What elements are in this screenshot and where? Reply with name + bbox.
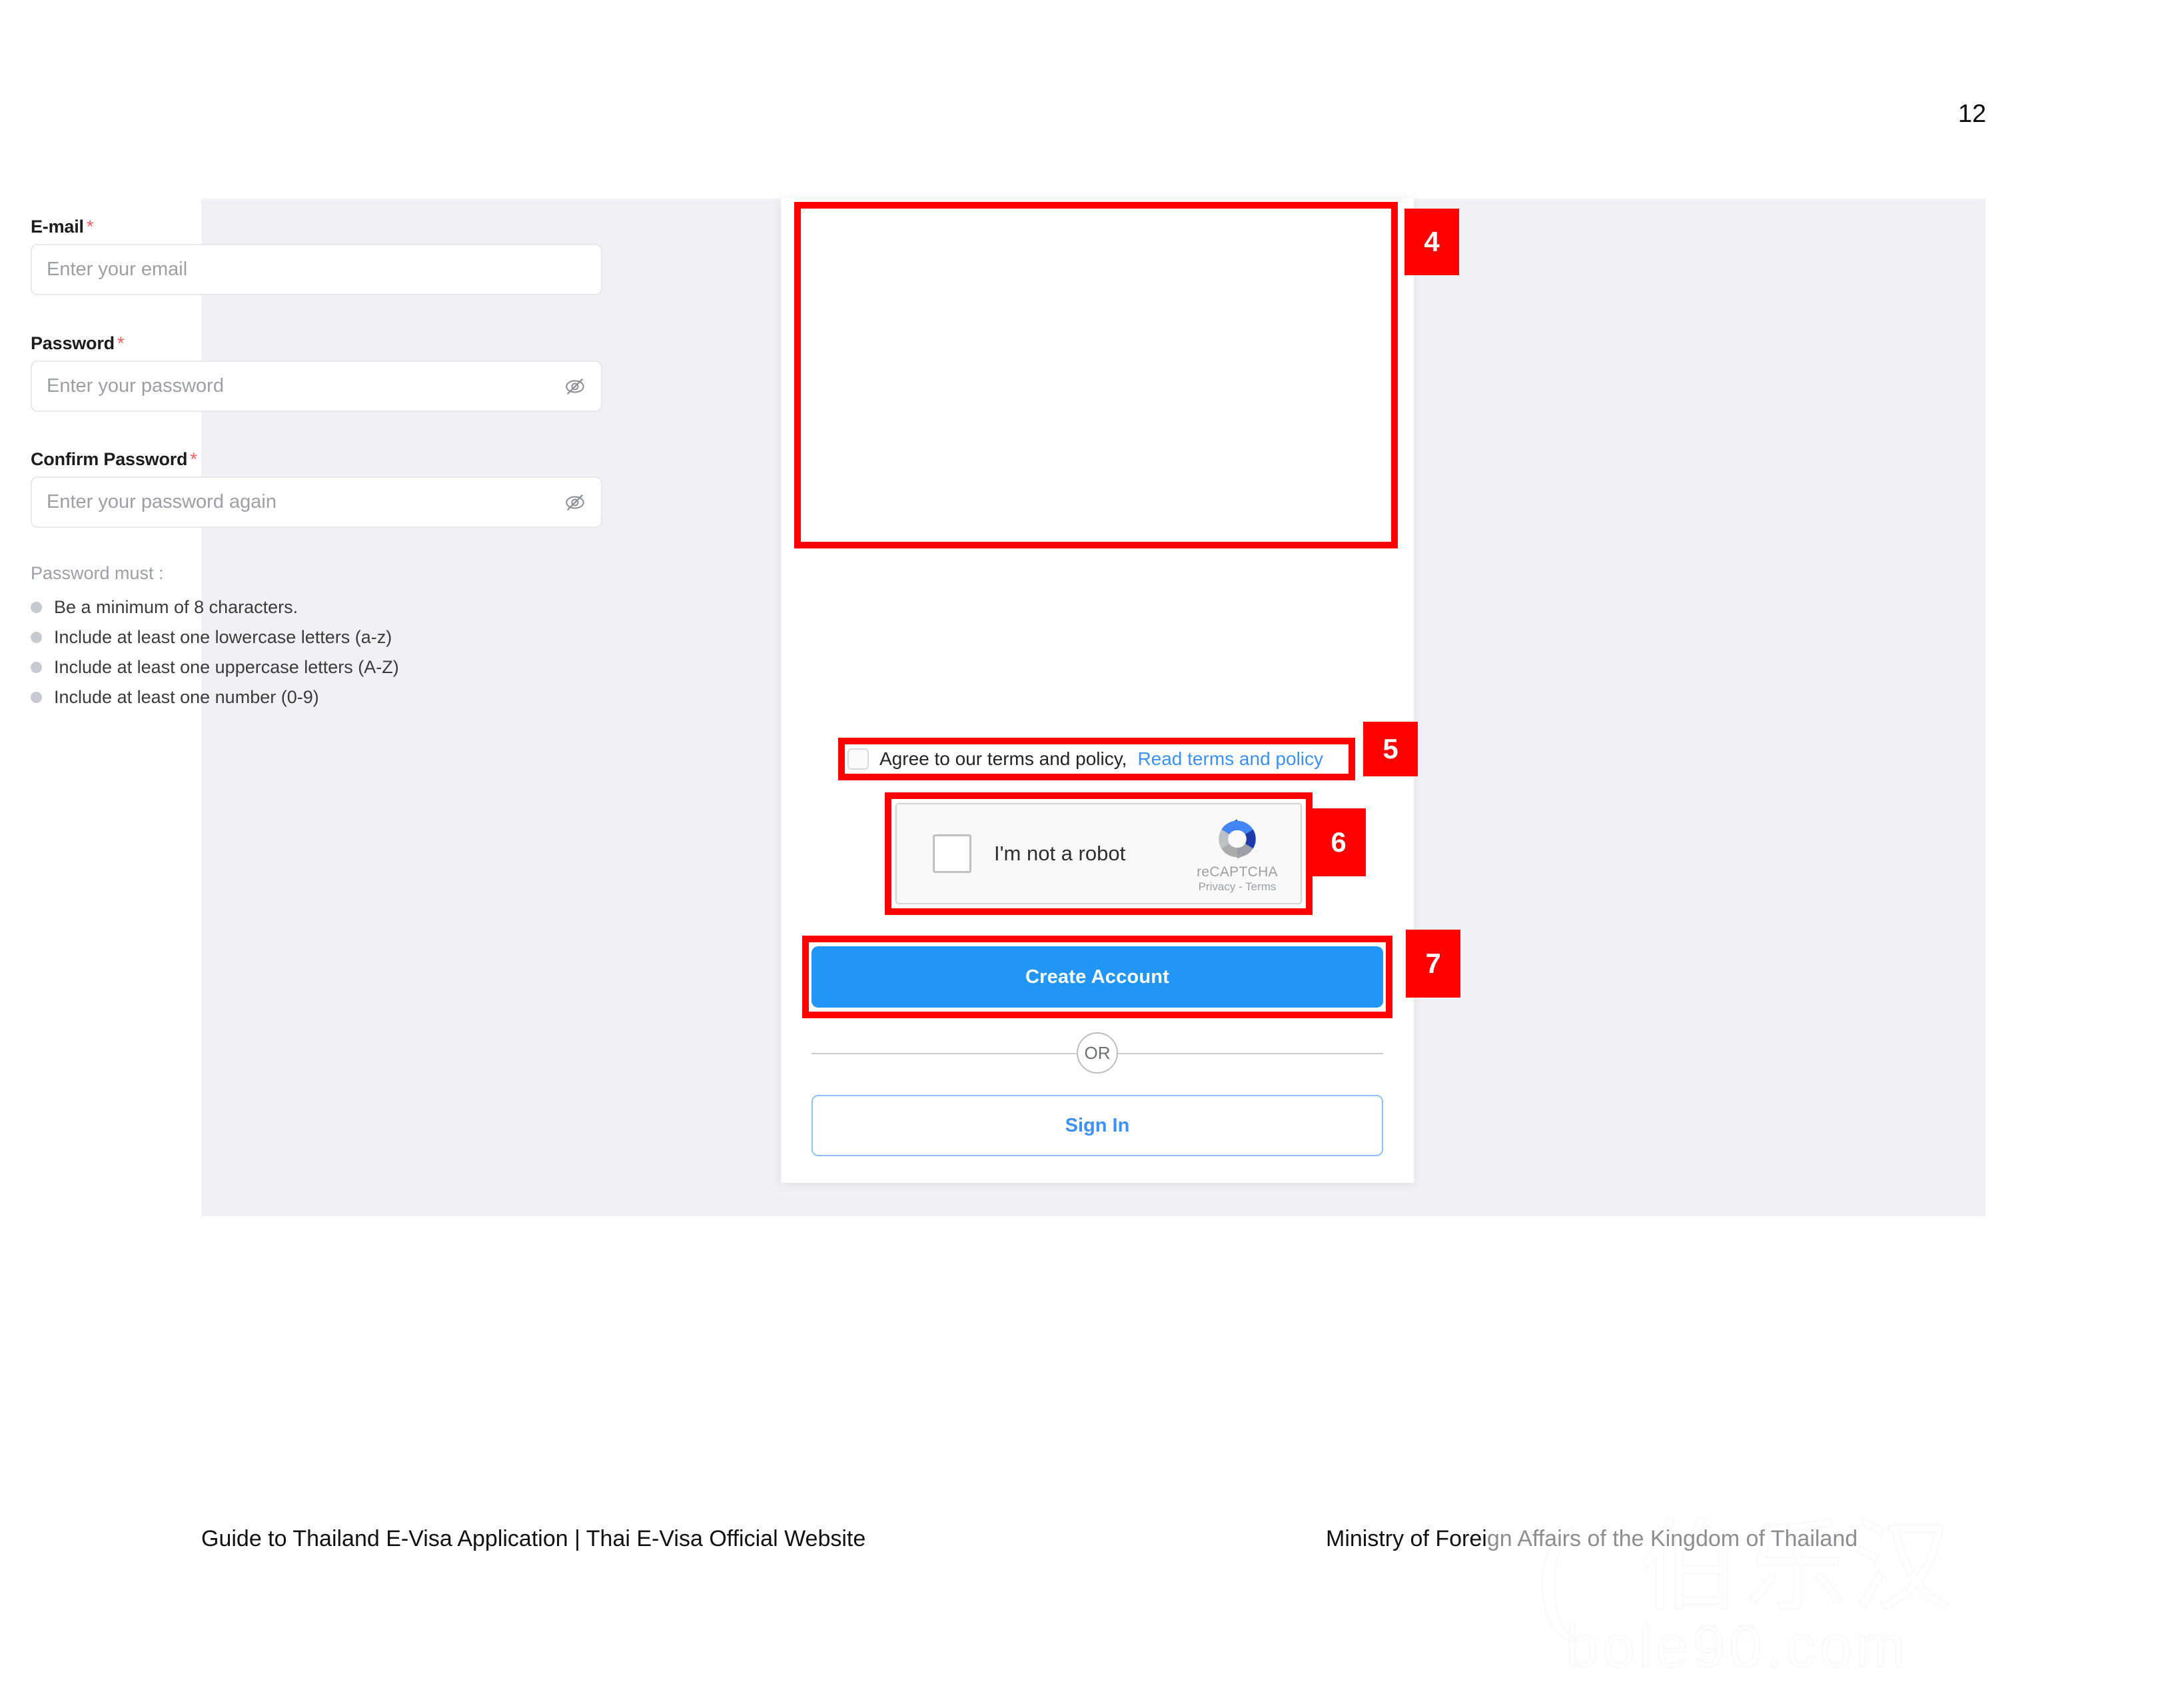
password-input[interactable]: Enter your password: [31, 361, 602, 412]
footer-left: Guide to Thailand E-Visa Application | T…: [201, 1526, 866, 1551]
email-input-placeholder: Enter your email: [47, 259, 188, 280]
password-rule-text: Be a minimum of 8 characters.: [54, 597, 298, 617]
step-marker-5: 5: [1363, 722, 1418, 776]
agree-terms-row[interactable]: Agree to our terms and policy, Read term…: [845, 744, 1328, 774]
password-required-star: *: [117, 333, 125, 353]
eye-slash-icon[interactable]: [564, 491, 586, 514]
step-marker-7: 7: [1406, 930, 1460, 998]
sign-in-button[interactable]: Sign In: [812, 1095, 1383, 1156]
password-label-text: Password: [31, 333, 115, 353]
bullet-icon: [31, 602, 42, 613]
email-label-text: E-mail: [31, 217, 84, 237]
or-divider: OR: [812, 1030, 1383, 1076]
bullet-icon: [31, 692, 42, 703]
recaptcha-label: I'm not a robot: [994, 842, 1126, 865]
bullet-icon: [31, 632, 42, 643]
footer-right-bold: Ministry of Forei: [1326, 1526, 1487, 1551]
email-field-label: E-mail *: [31, 217, 93, 237]
divider-label: OR: [1077, 1032, 1118, 1074]
recaptcha-checkbox[interactable]: [933, 834, 971, 873]
password-rule-text: Include at least one lowercase letters (…: [54, 627, 392, 647]
page-root: 12 E-mail * Enter your email Password * En…: [0, 0, 2184, 1688]
agree-terms-label: Agree to our terms and policy,: [879, 748, 1127, 769]
confirm-password-label-text: Confirm Password: [31, 449, 188, 469]
step-marker-6: 6: [1311, 808, 1366, 876]
password-requirements-title: Password must :: [31, 563, 164, 583]
footer-right: Ministry of Foreign Affairs of the Kingd…: [1326, 1526, 1858, 1552]
password-field-label: Password *: [31, 333, 124, 354]
recaptcha-branding: reCAPTCHA Privacy - Terms: [1181, 814, 1294, 894]
confirm-password-field-label: Confirm Password *: [31, 449, 197, 470]
watermark-domain-text: bole90.com: [1565, 1613, 1909, 1680]
password-rule-text: Include at least one uppercase letters (…: [54, 657, 399, 677]
eye-slash-icon[interactable]: [564, 375, 586, 398]
footer-right-faded: gn Affairs of the Kingdom of Thailand: [1486, 1526, 1858, 1551]
confirm-password-input-placeholder: Enter your password again: [47, 491, 276, 512]
watermark: ( 伯乐汉 bole90.com: [1532, 1479, 2145, 1680]
recaptcha-brand-name: reCAPTCHA: [1197, 864, 1278, 880]
password-requirements: Password must : Be a minimum of 8 charac…: [31, 563, 602, 712]
page-number: 12: [1957, 100, 1987, 128]
bullet-icon: [31, 662, 42, 673]
password-rule-item: Include at least one lowercase letters (…: [31, 622, 602, 652]
recaptcha-logo-icon: [1219, 819, 1256, 859]
confirm-password-input[interactable]: Enter your password again: [31, 476, 602, 528]
step-marker-4: 4: [1404, 209, 1459, 275]
recaptcha-widget[interactable]: I'm not a robot reCAPTCHA Privacy - Term…: [895, 803, 1302, 904]
watermark-cjk-text: 伯乐汉: [1638, 1509, 1959, 1626]
password-rule-text: Include at least one number (0-9): [54, 687, 319, 707]
password-rule-item: Be a minimum of 8 characters.: [31, 592, 602, 622]
recaptcha-legal-links[interactable]: Privacy - Terms: [1199, 880, 1277, 893]
password-rule-item: Include at least one number (0-9): [31, 682, 602, 712]
email-input[interactable]: Enter your email: [31, 244, 602, 295]
password-input-placeholder: Enter your password: [47, 375, 224, 397]
confirm-password-required-star: *: [190, 449, 197, 469]
agree-terms-checkbox[interactable]: [847, 748, 869, 770]
email-required-star: *: [86, 217, 94, 237]
password-rule-item: Include at least one uppercase letters (…: [31, 652, 602, 682]
read-terms-link[interactable]: Read terms and policy: [1137, 748, 1323, 770]
create-account-button[interactable]: Create Account: [812, 946, 1383, 1008]
